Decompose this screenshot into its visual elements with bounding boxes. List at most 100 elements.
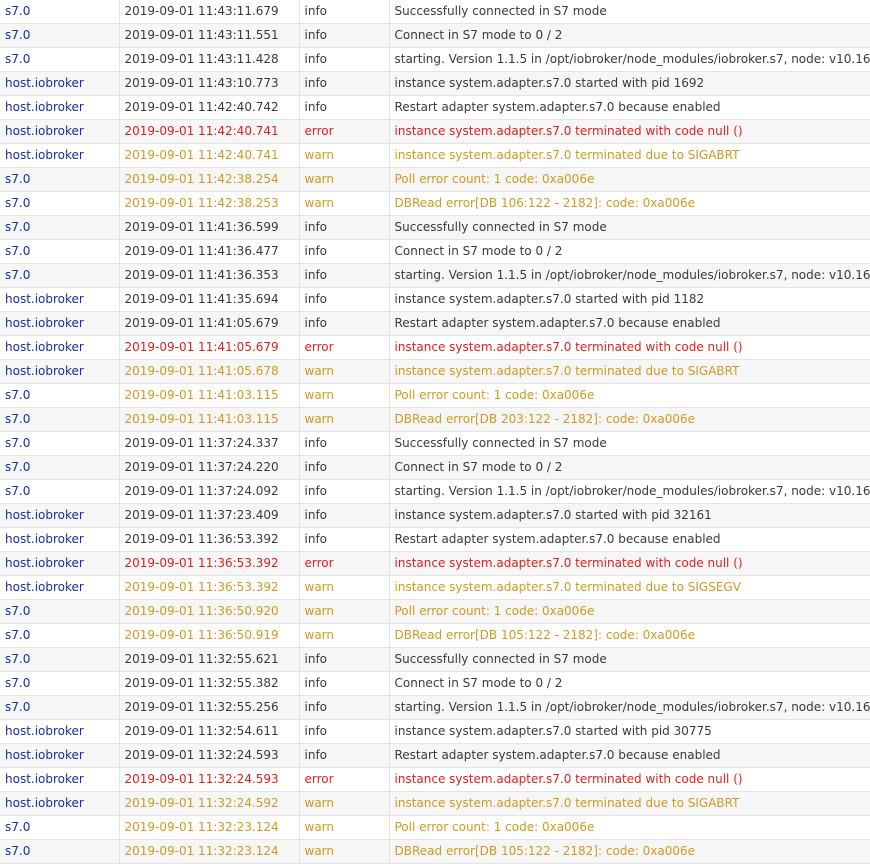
log-row[interactable]: s7.0 2019-09-01 11:41:36.477 info Connect i…	[0, 239, 870, 264]
log-row[interactable]: s7.0 2019-09-01 11:42:38.253 warn DBRead er…	[0, 191, 870, 216]
log-time-cell: 2019-09-01 11:36:50.919	[119, 623, 300, 648]
log-time-cell: 2019-09-01 11:36:53.392	[119, 527, 300, 552]
log-source-cell: host.iobroker	[0, 503, 120, 528]
log-severity-cell: info	[299, 0, 390, 24]
log-message-cell: Restart adapter system.adapter.s7.0 beca…	[389, 311, 870, 336]
log-message-cell: Connect in S7 mode to 0 / 2	[389, 23, 870, 48]
log-source-cell: host.iobroker	[0, 791, 120, 816]
log-row[interactable]: host.iobroker 2019-09-01 11:32:24.593 info…	[0, 743, 870, 768]
log-message-cell: starting. Version 1.1.5 in /opt/iobroker…	[389, 479, 870, 504]
log-message-cell: instance system.adapter.s7.0 terminated …	[389, 119, 870, 144]
log-row[interactable]: host.iobroker 2019-09-01 11:43:10.773 info…	[0, 71, 870, 96]
log-source-cell: host.iobroker	[0, 71, 120, 96]
log-time-cell: 2019-09-01 11:37:23.409	[119, 503, 300, 528]
log-severity-cell: info	[299, 47, 390, 72]
log-message-cell: Successfully connected in S7 mode	[389, 0, 870, 24]
log-source-cell: s7.0	[0, 431, 120, 456]
log-row[interactable]: host.iobroker 2019-09-01 11:41:05.678 warn…	[0, 359, 870, 384]
log-message-cell: instance system.adapter.s7.0 terminated …	[389, 791, 870, 816]
log-row[interactable]: s7.0 2019-09-01 11:32:55.256 info starting.…	[0, 695, 870, 720]
log-message-cell: instance system.adapter.s7.0 started wit…	[389, 503, 870, 528]
log-row[interactable]: s7.0 2019-09-01 11:32:55.621 info Successfu…	[0, 647, 870, 672]
log-row[interactable]: s7.0 2019-09-01 11:43:11.428 info starting.…	[0, 47, 870, 72]
log-row[interactable]: s7.0 2019-09-01 11:32:23.124 warn Poll erro…	[0, 815, 870, 840]
log-source-cell: s7.0	[0, 695, 120, 720]
log-time-cell: 2019-09-01 11:36:53.392	[119, 575, 300, 600]
log-message-cell: Successfully connected in S7 mode	[389, 647, 870, 672]
log-row[interactable]: host.iobroker 2019-09-01 11:42:40.742 info…	[0, 95, 870, 120]
log-time-cell: 2019-09-01 11:42:38.253	[119, 191, 300, 216]
log-row[interactable]: s7.0 2019-09-01 11:37:24.220 info Connect i…	[0, 455, 870, 480]
log-message-cell: instance system.adapter.s7.0 terminated …	[389, 575, 870, 600]
log-row[interactable]: s7.0 2019-09-01 11:43:11.551 info Connect i…	[0, 23, 870, 48]
log-row[interactable]: s7.0 2019-09-01 11:37:24.092 info starting.…	[0, 479, 870, 504]
log-time-cell: 2019-09-01 11:32:55.382	[119, 671, 300, 696]
log-severity-cell: info	[299, 215, 390, 240]
log-row[interactable]: s7.0 2019-09-01 11:36:50.919 warn DBRead er…	[0, 623, 870, 648]
log-time-cell: 2019-09-01 11:37:24.092	[119, 479, 300, 504]
log-severity-cell: info	[299, 671, 390, 696]
log-source-cell: s7.0	[0, 383, 120, 408]
log-row[interactable]: s7.0 2019-09-01 11:41:03.115 warn DBRead er…	[0, 407, 870, 432]
log-message-cell: starting. Version 1.1.5 in /opt/iobroker…	[389, 47, 870, 72]
log-message-cell: Restart adapter system.adapter.s7.0 beca…	[389, 95, 870, 120]
log-row[interactable]: host.iobroker 2019-09-01 11:32:24.593 erro…	[0, 767, 870, 792]
log-row[interactable]: s7.0 2019-09-01 11:41:36.599 info Successfu…	[0, 215, 870, 240]
log-severity-cell: info	[299, 455, 390, 480]
log-message-cell: Successfully connected in S7 mode	[389, 431, 870, 456]
log-row[interactable]: s7.0 2019-09-01 11:32:55.382 info Connect i…	[0, 671, 870, 696]
log-time-cell: 2019-09-01 11:42:40.741	[119, 143, 300, 168]
log-table-body: s7.0 2019-09-01 11:43:11.679 info Successfu…	[0, 0, 870, 864]
log-severity-cell: warn	[299, 191, 390, 216]
log-message-cell: starting. Version 1.1.5 in /opt/iobroker…	[389, 263, 870, 288]
log-source-cell: s7.0	[0, 671, 120, 696]
log-row[interactable]: host.iobroker 2019-09-01 11:32:24.592 warn…	[0, 791, 870, 816]
log-severity-cell: warn	[299, 143, 390, 168]
log-row[interactable]: s7.0 2019-09-01 11:37:24.337 info Successfu…	[0, 431, 870, 456]
log-row[interactable]: host.iobroker 2019-09-01 11:36:53.392 warn…	[0, 575, 870, 600]
log-row[interactable]: host.iobroker 2019-09-01 11:41:35.694 info…	[0, 287, 870, 312]
log-severity-cell: warn	[299, 407, 390, 432]
log-severity-cell: info	[299, 743, 390, 768]
log-source-cell: host.iobroker	[0, 767, 120, 792]
log-severity-cell: info	[299, 287, 390, 312]
log-source-cell: s7.0	[0, 167, 120, 192]
log-time-cell: 2019-09-01 11:41:36.477	[119, 239, 300, 264]
log-source-cell: s7.0	[0, 407, 120, 432]
log-severity-cell: info	[299, 719, 390, 744]
log-row[interactable]: host.iobroker 2019-09-01 11:41:05.679 info…	[0, 311, 870, 336]
log-message-cell: instance system.adapter.s7.0 terminated …	[389, 359, 870, 384]
log-row[interactable]: host.iobroker 2019-09-01 11:41:05.679 erro…	[0, 335, 870, 360]
log-row[interactable]: s7.0 2019-09-01 11:43:11.679 info Successfu…	[0, 0, 870, 24]
log-severity-cell: info	[299, 527, 390, 552]
log-time-cell: 2019-09-01 11:32:54.611	[119, 719, 300, 744]
log-row[interactable]: s7.0 2019-09-01 11:41:36.353 info starting.…	[0, 263, 870, 288]
log-row[interactable]: s7.0 2019-09-01 11:42:38.254 warn Poll erro…	[0, 167, 870, 192]
log-row[interactable]: host.iobroker 2019-09-01 11:36:53.392 info…	[0, 527, 870, 552]
log-severity-cell: info	[299, 311, 390, 336]
log-row[interactable]: host.iobroker 2019-09-01 11:37:23.409 info…	[0, 503, 870, 528]
log-row[interactable]: host.iobroker 2019-09-01 11:42:40.741 erro…	[0, 119, 870, 144]
log-message-cell: Connect in S7 mode to 0 / 2	[389, 239, 870, 264]
log-message-cell: DBRead error[DB 105:122 - 2182]: code: 0…	[389, 623, 870, 648]
log-source-cell: host.iobroker	[0, 743, 120, 768]
log-severity-cell: warn	[299, 815, 390, 840]
log-severity-cell: error	[299, 767, 390, 792]
log-source-cell: host.iobroker	[0, 119, 120, 144]
log-message-cell: instance system.adapter.s7.0 terminated …	[389, 143, 870, 168]
log-source-cell: host.iobroker	[0, 527, 120, 552]
log-time-cell: 2019-09-01 11:42:38.254	[119, 167, 300, 192]
log-severity-cell: warn	[299, 623, 390, 648]
log-message-cell: DBRead error[DB 106:122 - 2182]: code: 0…	[389, 191, 870, 216]
log-row[interactable]: s7.0 2019-09-01 11:41:03.115 warn Poll erro…	[0, 383, 870, 408]
log-severity-cell: warn	[299, 791, 390, 816]
log-row[interactable]: host.iobroker 2019-09-01 11:36:53.392 erro…	[0, 551, 870, 576]
log-time-cell: 2019-09-01 11:41:03.115	[119, 407, 300, 432]
log-severity-cell: info	[299, 503, 390, 528]
log-row[interactable]: s7.0 2019-09-01 11:36:50.920 warn Poll erro…	[0, 599, 870, 624]
log-row[interactable]: host.iobroker 2019-09-01 11:32:54.611 info…	[0, 719, 870, 744]
log-severity-cell: info	[299, 23, 390, 48]
log-source-cell: host.iobroker	[0, 359, 120, 384]
log-row[interactable]: host.iobroker 2019-09-01 11:42:40.741 warn…	[0, 143, 870, 168]
log-message-cell: instance system.adapter.s7.0 terminated …	[389, 551, 870, 576]
